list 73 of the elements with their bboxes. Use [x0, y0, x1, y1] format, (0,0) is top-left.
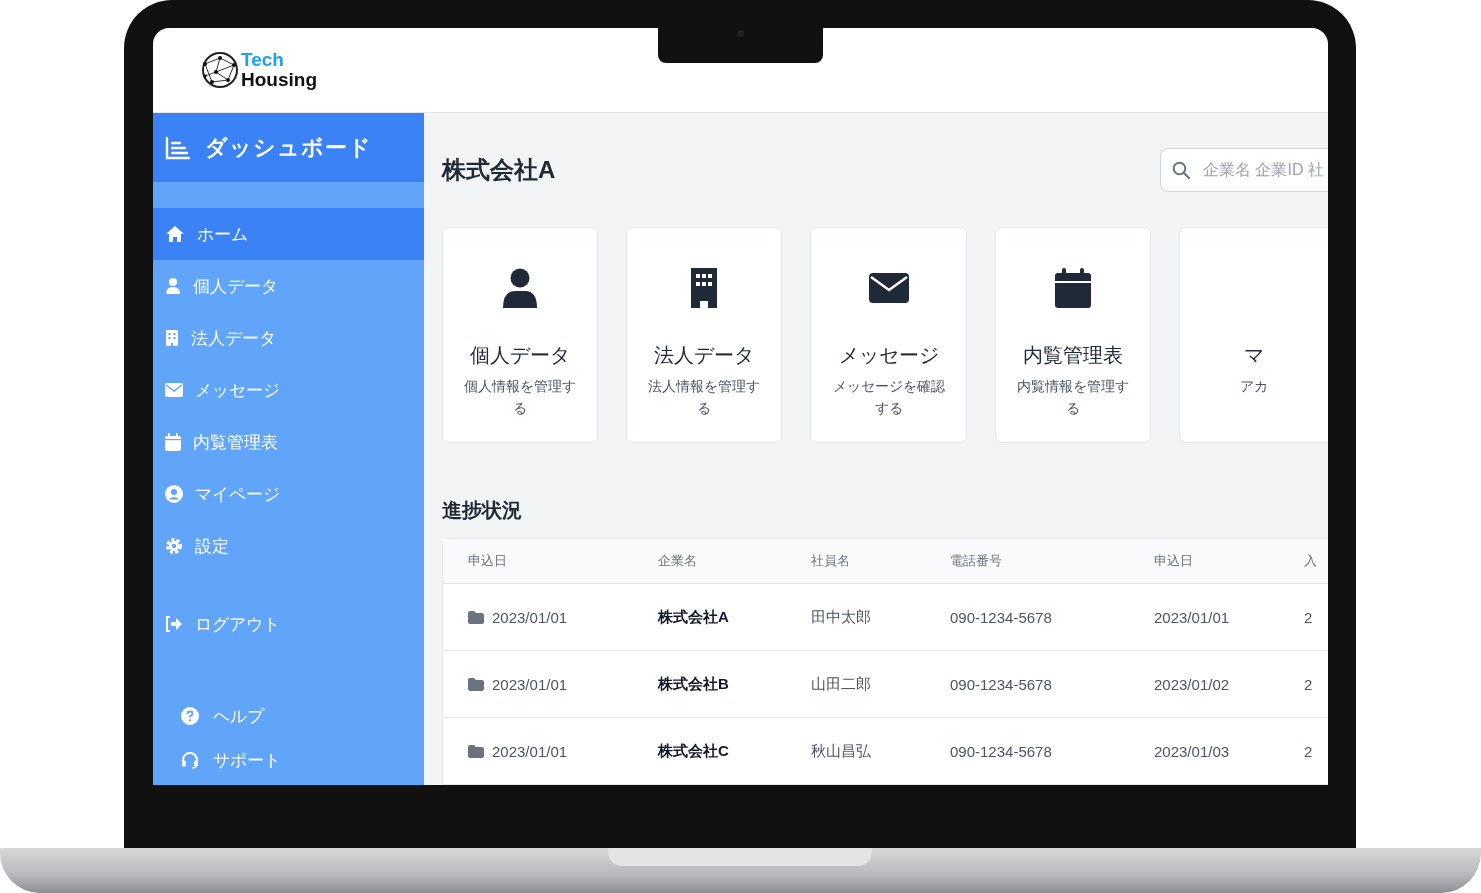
table-cell-text: 2023/01/03 [1153, 742, 1231, 760]
page-title: 株式会社A [442, 155, 556, 185]
card-title: マ [1243, 343, 1264, 368]
user-circle-icon [165, 485, 183, 503]
envelope-icon [165, 383, 183, 397]
sidebar-footer-link[interactable]: ヘルプ [181, 702, 424, 730]
table-cell-text: 2 [1303, 608, 1314, 626]
sidebar-item[interactable]: 法人データ [153, 312, 424, 364]
column-header: 社員名 [810, 552, 851, 570]
card-title: 内覧管理表 [1022, 343, 1123, 368]
home-icon [165, 225, 185, 243]
table-cell: 2023/01/01 [492, 675, 568, 693]
card-title: メッセージ [838, 343, 939, 368]
column-header: 企業名 [657, 552, 698, 570]
feature-card[interactable]: 内覧管理表 内覧情報を管理する [994, 227, 1151, 443]
table-cell-text: 秋山昌弘 [810, 741, 872, 761]
sidebar-item[interactable]: マイページ [153, 468, 424, 520]
headset-icon [181, 751, 199, 769]
table-cell-text: 2023/01/01 [1153, 608, 1231, 626]
person-icon [502, 268, 539, 308]
table-cell-text: 2023/01/02 [1153, 675, 1231, 693]
sidebar-title: ダッシュボード [205, 133, 372, 162]
table-cell-text: 090-1234-5678 [949, 675, 1053, 693]
card-description: 法人情報を管理する [648, 377, 761, 418]
folder-icon [468, 677, 484, 691]
search-field[interactable]: 企業名 企業ID 社 [1160, 148, 1328, 192]
settings-icon [165, 537, 183, 555]
card-title: 法人データ [654, 343, 755, 368]
person-icon [165, 277, 181, 295]
logout-link[interactable]: ログアウト [153, 598, 424, 650]
column-header: 電話番号 [949, 552, 1003, 570]
calendar-icon [165, 433, 181, 451]
sidebar-item[interactable]: ホーム [153, 208, 424, 260]
folder-icon [468, 610, 484, 624]
feature-card[interactable]: メッセージ メッセージを確認する [810, 227, 967, 443]
feature-card[interactable]: マ アカ [1178, 227, 1328, 443]
logo-text: Housing [241, 70, 317, 90]
feature-card[interactable]: 個人データ 個人情報を管理する [442, 227, 599, 443]
table-cell-text: 2 [1303, 675, 1314, 693]
card-description: 個人情報を管理する [464, 377, 577, 418]
folder-icon [468, 744, 484, 758]
feature-card[interactable]: 法人データ 法人情報を管理する [626, 227, 783, 443]
table-cell-text: 田中太郎 [810, 607, 872, 627]
sidebar-item[interactable]: 個人データ [153, 260, 424, 312]
building-icon [689, 268, 720, 308]
sidebar-item[interactable]: 内覧管理表 [153, 416, 424, 468]
card-description: アカ [1239, 377, 1268, 396]
table-cell-text: 山田二郎 [810, 674, 872, 694]
logout-icon [165, 616, 183, 632]
table-cell-text: 株式会社A [656, 607, 730, 627]
column-header: 申込日 [467, 552, 508, 570]
card-description: メッセージを確認する [832, 377, 945, 418]
section-title: 進捗状況 [442, 498, 523, 523]
table-cell-text: 090-1234-5678 [949, 608, 1053, 626]
table-cell: 2023/01/01 [492, 608, 568, 626]
table-cell-text: 2 [1303, 742, 1314, 760]
card-title: 個人データ [470, 343, 571, 368]
logo-text: Tech [241, 50, 285, 70]
column-header: 入 [1303, 552, 1318, 570]
table-cell: 2023/01/01 [492, 742, 568, 760]
list-chart-icon [165, 135, 191, 160]
card-description: 内覧情報を管理する [1016, 377, 1129, 418]
table-cell-text: 株式会社C [656, 741, 730, 761]
globe-network-icon [200, 50, 240, 90]
column-header: 申込日 [1153, 552, 1194, 570]
table-cell-text: 090-1234-5678 [949, 742, 1053, 760]
building-icon [165, 329, 179, 347]
help-icon [181, 707, 199, 725]
calendar-icon [1054, 268, 1091, 308]
sidebar-footer-link[interactable]: サポート [181, 746, 424, 774]
sidebar-item[interactable]: 設定 [153, 520, 424, 572]
table-cell-text: 株式会社B [656, 674, 730, 694]
sidebar-item[interactable]: メッセージ [153, 364, 424, 416]
